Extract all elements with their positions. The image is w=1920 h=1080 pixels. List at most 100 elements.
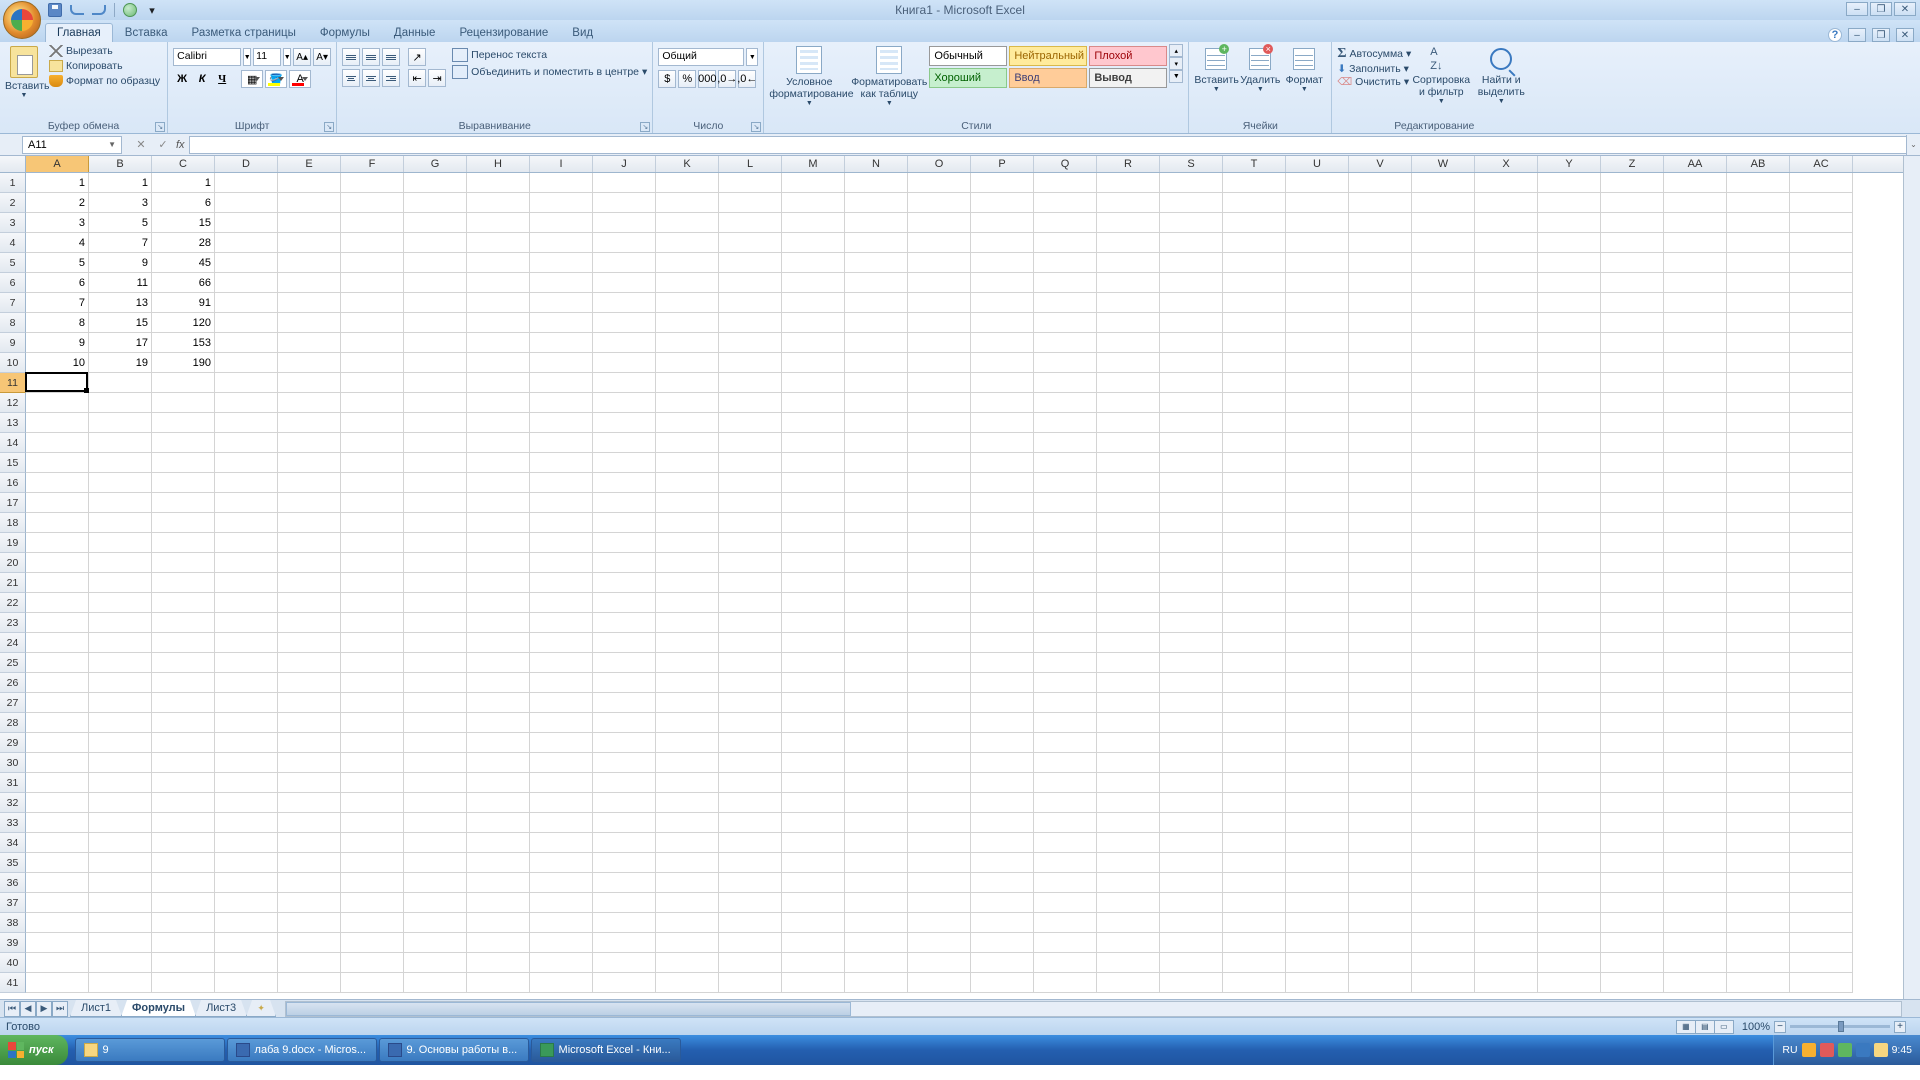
cell[interactable] — [1601, 333, 1664, 353]
cell[interactable] — [1223, 793, 1286, 813]
cell[interactable] — [1538, 713, 1601, 733]
cell[interactable] — [1412, 893, 1475, 913]
cell[interactable] — [845, 233, 908, 253]
cell[interactable] — [1601, 973, 1664, 993]
cell[interactable] — [1412, 593, 1475, 613]
cell[interactable] — [656, 253, 719, 273]
cell[interactable] — [593, 273, 656, 293]
cell[interactable] — [467, 593, 530, 613]
cell[interactable] — [278, 533, 341, 553]
cell[interactable] — [467, 953, 530, 973]
cell[interactable] — [1601, 813, 1664, 833]
cell[interactable] — [1727, 493, 1790, 513]
cell[interactable] — [656, 913, 719, 933]
cell[interactable] — [782, 593, 845, 613]
cell[interactable] — [1223, 853, 1286, 873]
cell[interactable] — [278, 333, 341, 353]
cell[interactable] — [1601, 513, 1664, 533]
cell[interactable] — [782, 813, 845, 833]
cell[interactable] — [1160, 393, 1223, 413]
column-header[interactable]: I — [530, 156, 593, 172]
cell[interactable] — [782, 873, 845, 893]
cell[interactable] — [404, 693, 467, 713]
cell[interactable] — [1223, 873, 1286, 893]
column-header[interactable]: AC — [1790, 156, 1853, 172]
cell[interactable] — [1475, 453, 1538, 473]
cell[interactable] — [530, 933, 593, 953]
cell[interactable] — [908, 373, 971, 393]
cell[interactable] — [1790, 413, 1853, 433]
ribbon-tab[interactable]: Данные — [382, 23, 448, 42]
delete-cells-button[interactable]: Удалить▼ — [1238, 44, 1282, 93]
cell[interactable] — [152, 493, 215, 513]
cell[interactable] — [1538, 233, 1601, 253]
cell[interactable] — [1349, 813, 1412, 833]
taskbar-item[interactable]: лаба 9.docx - Micros... — [227, 1038, 377, 1062]
cell[interactable] — [593, 333, 656, 353]
cell[interactable] — [593, 513, 656, 533]
cell[interactable] — [89, 533, 152, 553]
cell[interactable] — [1601, 373, 1664, 393]
cell[interactable] — [1349, 933, 1412, 953]
row-header[interactable]: 38 — [0, 913, 26, 933]
cell[interactable] — [971, 713, 1034, 733]
cell[interactable] — [971, 333, 1034, 353]
cell[interactable] — [530, 593, 593, 613]
cell[interactable] — [1790, 373, 1853, 393]
cell[interactable] — [971, 833, 1034, 853]
cell[interactable] — [215, 293, 278, 313]
row-header[interactable]: 2 — [0, 193, 26, 213]
cell[interactable] — [467, 313, 530, 333]
sheet-tab[interactable]: Лист3 — [195, 1000, 247, 1017]
font-dropdown-icon[interactable]: ▼ — [243, 48, 251, 66]
cell[interactable] — [278, 373, 341, 393]
cell[interactable] — [341, 873, 404, 893]
row-header[interactable]: 26 — [0, 673, 26, 693]
cell[interactable] — [26, 833, 89, 853]
cell[interactable] — [1790, 633, 1853, 653]
cell[interactable]: 7 — [26, 293, 89, 313]
cell[interactable] — [1349, 373, 1412, 393]
cell[interactable] — [467, 493, 530, 513]
cell[interactable] — [1286, 713, 1349, 733]
cell[interactable] — [215, 533, 278, 553]
cell[interactable] — [152, 873, 215, 893]
cell[interactable] — [908, 453, 971, 473]
cell[interactable] — [152, 753, 215, 773]
cell[interactable] — [1349, 173, 1412, 193]
cell[interactable] — [215, 413, 278, 433]
cell[interactable] — [341, 853, 404, 873]
cell[interactable] — [908, 913, 971, 933]
cell[interactable] — [530, 313, 593, 333]
cell[interactable]: 153 — [152, 333, 215, 353]
horizontal-scrollbar[interactable] — [285, 1001, 1902, 1017]
cell[interactable] — [1286, 373, 1349, 393]
cell[interactable]: 17 — [89, 333, 152, 353]
cell[interactable] — [278, 693, 341, 713]
cell[interactable] — [278, 653, 341, 673]
cell[interactable] — [1286, 253, 1349, 273]
cell[interactable] — [89, 433, 152, 453]
cell[interactable] — [467, 813, 530, 833]
cell[interactable] — [1538, 653, 1601, 673]
size-dropdown-icon[interactable]: ▼ — [283, 48, 291, 66]
cell[interactable] — [1601, 753, 1664, 773]
cell[interactable] — [1538, 833, 1601, 853]
cell[interactable] — [530, 653, 593, 673]
cell[interactable] — [215, 173, 278, 193]
align-bottom-button[interactable] — [382, 48, 400, 66]
cell[interactable] — [1664, 953, 1727, 973]
cell[interactable] — [656, 313, 719, 333]
cell[interactable] — [1412, 913, 1475, 933]
cell[interactable] — [1664, 173, 1727, 193]
cell[interactable] — [1349, 613, 1412, 633]
column-header[interactable]: R — [1097, 156, 1160, 172]
cell[interactable] — [1223, 253, 1286, 273]
row-headers[interactable]: 1234567891011121314151617181920212223242… — [0, 173, 26, 993]
cell[interactable] — [1412, 793, 1475, 813]
cell[interactable] — [215, 493, 278, 513]
cell[interactable] — [656, 653, 719, 673]
cell[interactable]: 45 — [152, 253, 215, 273]
cell[interactable] — [467, 933, 530, 953]
cell[interactable] — [1790, 493, 1853, 513]
